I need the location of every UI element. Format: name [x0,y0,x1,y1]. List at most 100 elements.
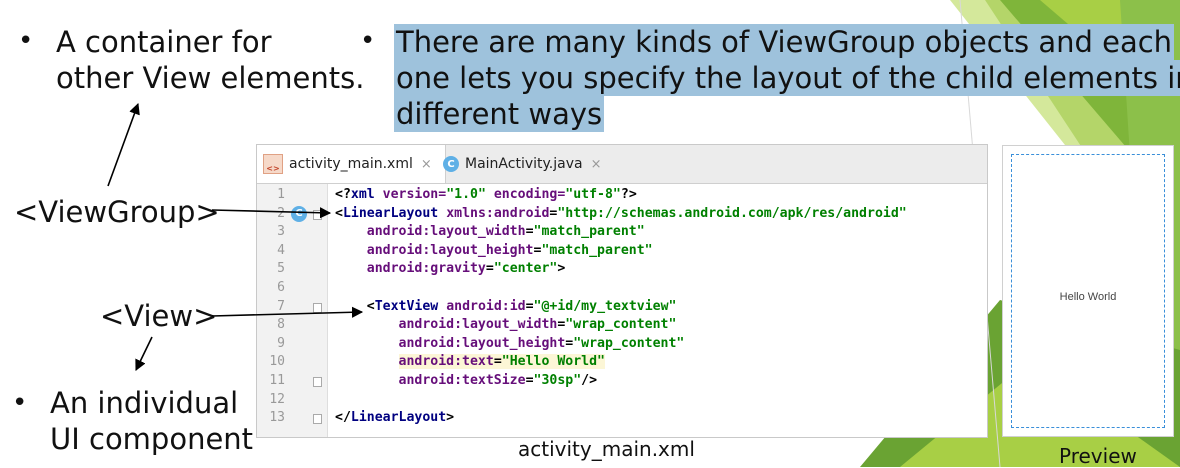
code-line: </LinearLayout> [335,409,454,427]
code-line: android:gravity="center"> [335,260,566,278]
code-token: LinearLayout [350,410,447,426]
code-token: "center" [493,261,558,277]
code-token: = [493,354,502,370]
tab-label: MainActivity.java [465,156,583,172]
java-class-icon: C [443,156,459,172]
code-line: <LinearLayout xmlns:android="http://sche… [335,205,907,223]
view-label: <View> [100,299,218,333]
code-token: android:textSize [398,373,526,388]
code-line: <TextView android:id="@+id/my_textview" [335,298,677,316]
code-token: "match_parent" [541,242,653,258]
code-token: android:layout_height [366,242,534,258]
line-number: 7 [277,298,285,314]
code-token: "utf-8" [565,187,621,202]
code-token: android:layout_width [366,224,526,240]
xml-file-icon: <> [263,154,283,174]
code-token: "@+id/my_textview" [533,298,677,314]
code-token: version= [374,187,447,202]
code-line: android:textSize="30sp"/> [335,372,598,390]
editor-caption: activity_main.xml [518,437,695,461]
fold-marker-icon[interactable] [313,414,322,425]
code-token: ?> [620,187,637,202]
line-number: 11 [269,373,285,388]
viewgroup-description: A container for other View elements. [56,24,364,96]
code-token: "http://schemas.android.com/apk/res/andr… [557,205,907,221]
line-number: 2 [277,205,285,221]
code-token: "30sp" [533,373,582,388]
code-token: = [525,373,534,388]
code-token: android:layout_height [398,335,566,351]
viewgroup-description-line2: other View elements. [56,61,365,95]
code-token: < [335,298,375,314]
view-description-line2: UI component [50,422,254,456]
tab-main-activity-java[interactable]: C MainActivity.java × [437,145,619,183]
view-description-line1: An individual [50,386,239,420]
code-token: <? [335,187,351,202]
code-line: <?xml version="1.0" encoding="utf-8"?> [335,186,637,204]
code-line: android:layout_height="match_parent" [335,242,653,260]
line-number-gutter: 1 2 3 4 5 6 7 8 9 10 11 12 13 C [257,184,328,437]
class-gutter-icon[interactable]: C [291,205,307,222]
code-token: "match_parent" [533,224,645,240]
code-token: android:layout_width [398,317,558,333]
code-token: </ [335,410,351,426]
code-line: android:layout_width="wrap_content" [335,316,677,334]
editor-tab-bar: <> activity_main.xml × C MainActivity.ja… [257,145,987,184]
viewgroup-kinds-text: There are many kinds of ViewGroup object… [394,24,1180,132]
code-editor: <> activity_main.xml × C MainActivity.ja… [256,144,988,438]
tab-activity-main-xml[interactable]: <> activity_main.xml × [257,145,446,183]
code-token: > [446,410,455,426]
code-token: TextView [374,298,439,314]
close-icon[interactable]: × [421,157,432,172]
code-token: xmlns:android [446,205,550,221]
close-icon[interactable]: × [591,157,602,172]
code-line: android:layout_width="match_parent" [335,223,645,241]
code-area[interactable]: <?xml version="1.0" encoding="utf-8"?> <L… [335,186,987,437]
tab-label: activity_main.xml [289,156,413,172]
fold-marker-icon[interactable] [313,302,322,313]
code-line: android:layout_height="wrap_content" [335,335,685,353]
line-number: 9 [277,335,285,351]
line-number: 10 [269,354,285,370]
preview-caption: Preview [1059,444,1137,468]
code-token: android:gravity [366,261,486,277]
code-token: "wrap_content" [573,335,685,351]
code-token: LinearLayout [342,205,439,221]
line-number: 6 [277,280,285,295]
viewgroup-description-line1: A container for [56,25,272,59]
code-token: /> [581,373,598,388]
line-number: 4 [277,242,285,258]
fold-marker-icon[interactable] [313,209,322,220]
bullet-marker: • [12,388,28,418]
code-token: xml [350,187,375,202]
code-token: encoding= [485,187,566,202]
code-line: android:text="Hello World" [335,353,605,371]
code-token: = [525,298,534,314]
preview-screen: Hello World [1011,154,1165,428]
layout-preview: Hello World [1002,145,1174,437]
code-token: = [485,261,494,277]
code-token: "Hello World" [501,354,605,370]
line-number: 8 [277,317,285,333]
line-number: 12 [269,391,285,407]
line-number: 5 [277,261,285,277]
code-token: = [525,224,534,240]
preview-hello-world-text: Hello World [1059,291,1117,303]
viewgroup-label: <ViewGroup> [14,195,220,229]
code-token: android:id [446,298,526,314]
highlighted-line2: one lets you specify the layout of the c… [394,60,1180,96]
bullet-marker: • [18,26,34,56]
code-token: < [335,205,343,221]
fold-marker-icon[interactable] [313,377,322,387]
code-token: "wrap_content" [565,317,677,333]
highlighted-line3: different ways [394,96,605,132]
